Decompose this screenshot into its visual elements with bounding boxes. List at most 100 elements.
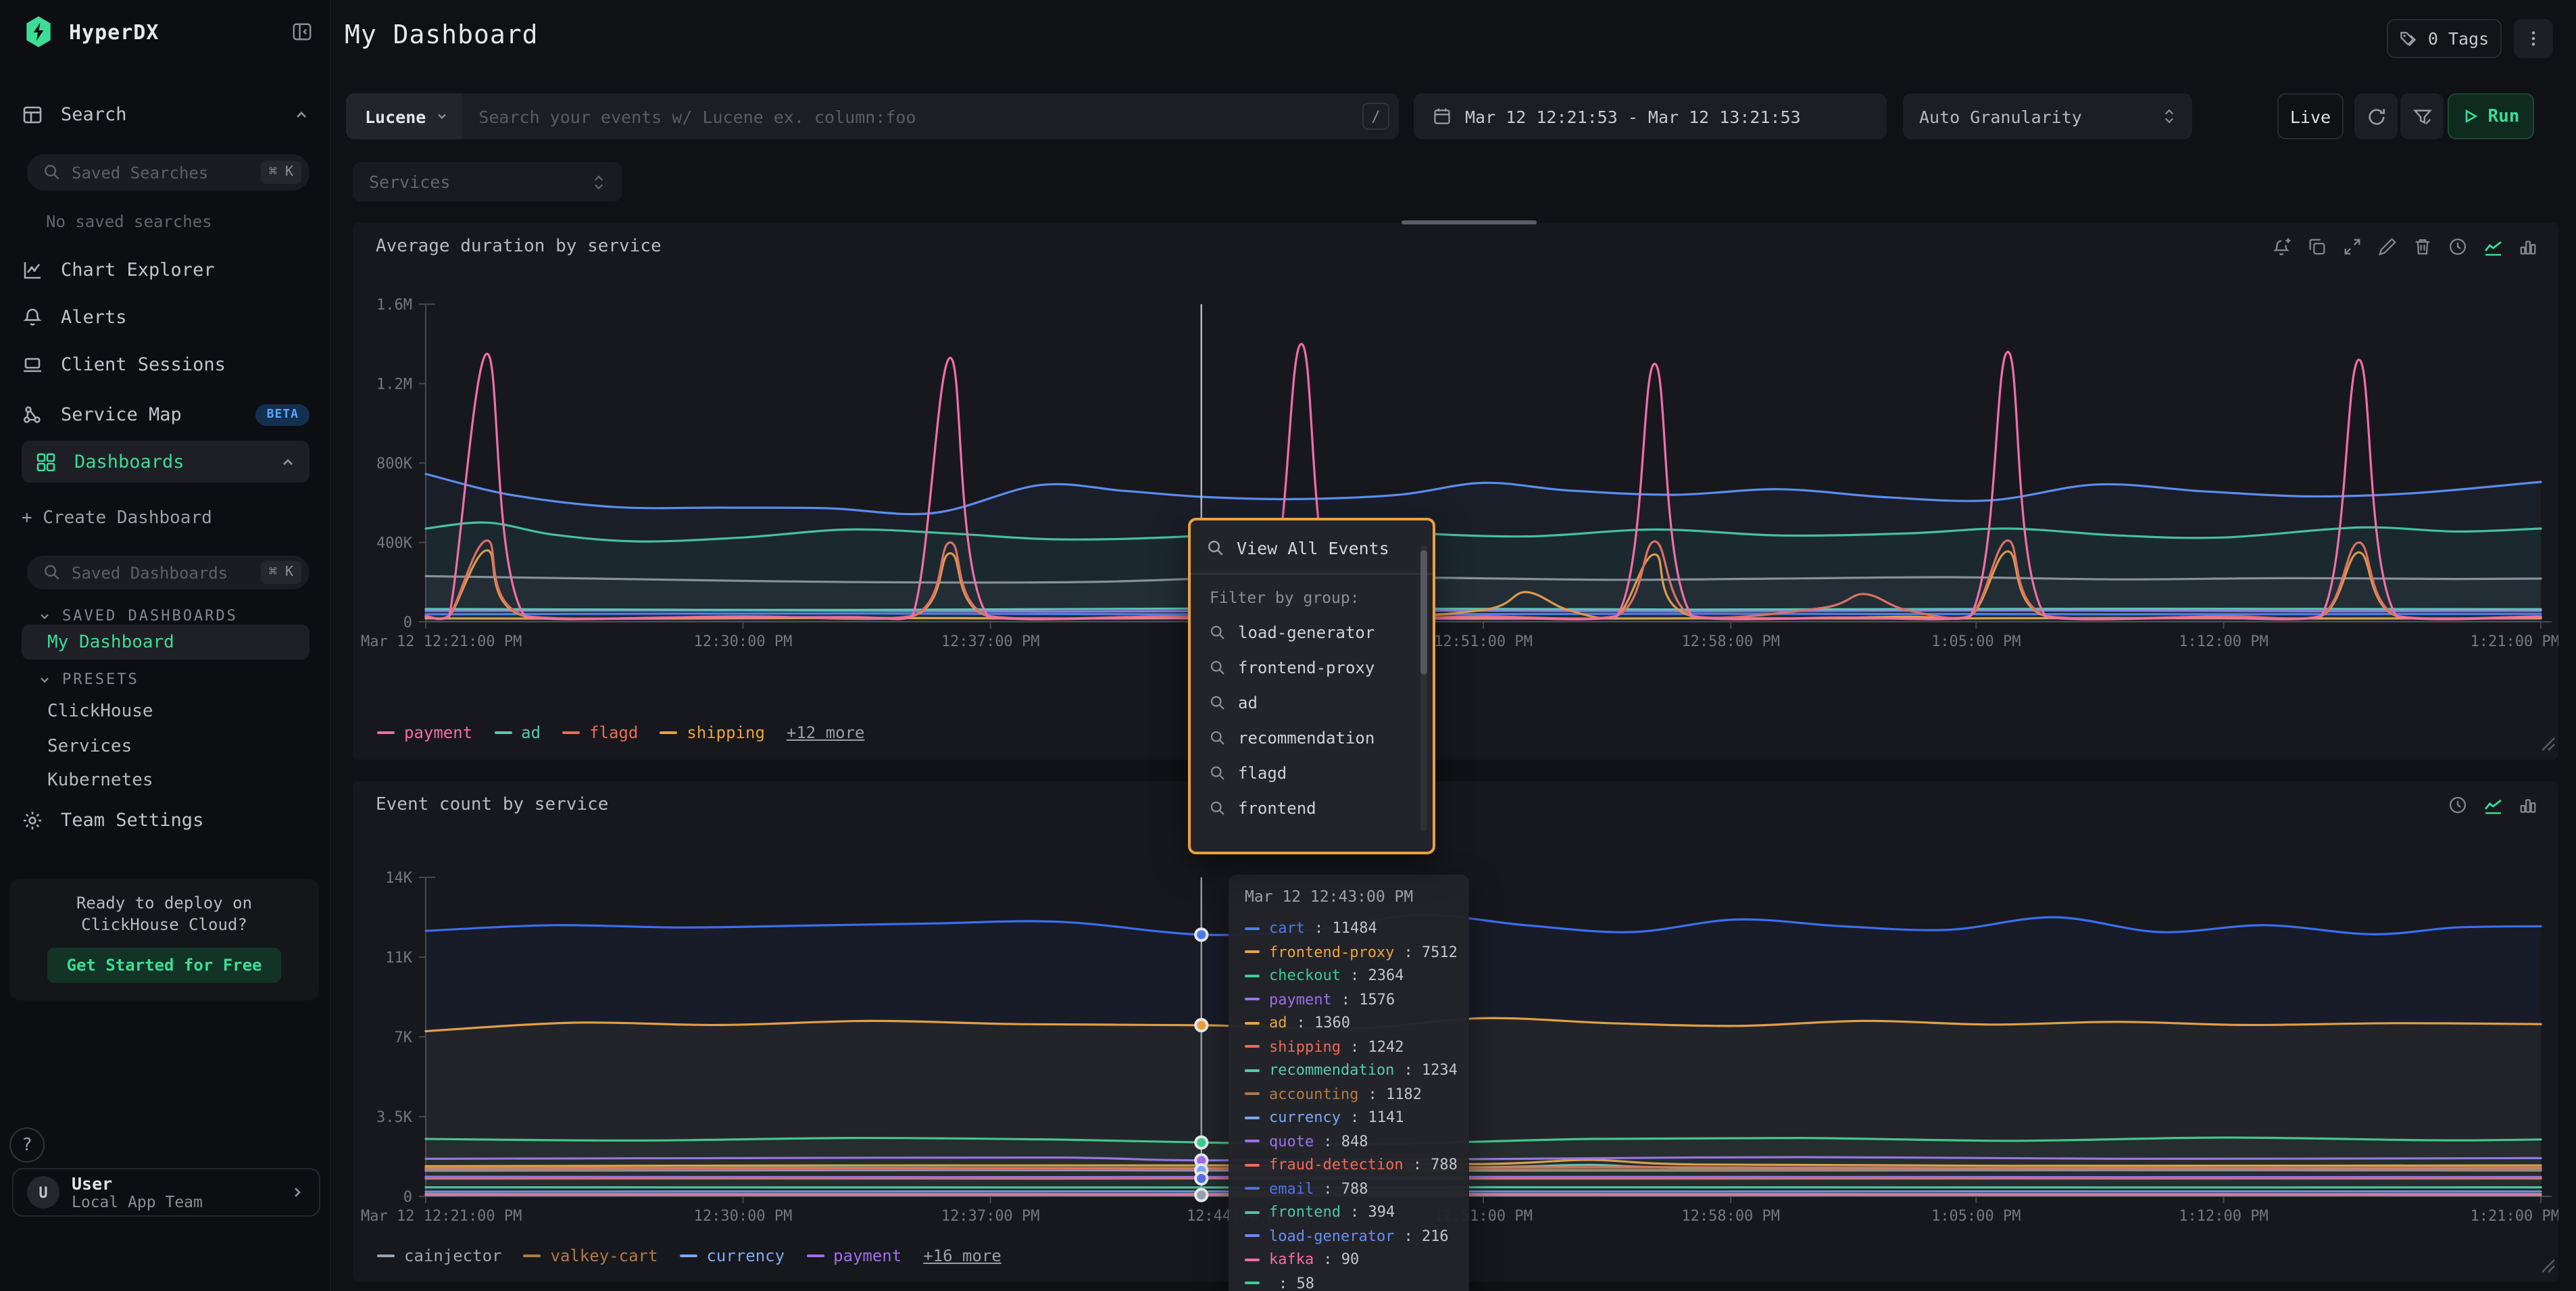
popup-filter-item-recommendation[interactable]: recommendation <box>1191 721 1433 756</box>
event-count-chart-canvas[interactable]: 14K11K7K3.5K0Mar 12 12:21:00 PM12:30:00 … <box>353 781 2558 1238</box>
svg-text:12:58:00 PM: 12:58:00 PM <box>1681 633 1780 650</box>
page-title: My Dashboard <box>345 20 539 50</box>
svg-text:12:58:00 PM: 12:58:00 PM <box>1681 1208 1780 1225</box>
sidebar-item-label: Dashboards <box>74 451 184 472</box>
calendar-icon <box>1433 107 1452 126</box>
legend-more-link[interactable]: +16 more <box>923 1246 1001 1265</box>
time-range-picker[interactable]: Mar 12 12:21:53 - Mar 12 13:21:53 <box>1414 93 1887 139</box>
sidebar-item-create-dashboard[interactable]: + Create Dashboard <box>22 502 309 534</box>
svg-text:1:05:00 PM: 1:05:00 PM <box>1931 1208 2021 1225</box>
kebab-icon <box>2525 30 2542 47</box>
popup-filter-item-load-generator[interactable]: load-generator <box>1191 615 1433 650</box>
get-started-button[interactable]: Get Started for Free <box>47 948 281 983</box>
granularity-select[interactable]: Auto Granularity <box>1903 93 2192 139</box>
popup-scrollbar-thumb[interactable] <box>1420 550 1427 675</box>
sidebar-item-my-dashboard[interactable]: My Dashboard <box>22 625 309 660</box>
legend-item-payment[interactable]: payment <box>806 1246 901 1265</box>
chart-context-popup: View All Events Filter by group: load-ge… <box>1188 518 1435 854</box>
svg-text:12:51:00 PM: 12:51:00 PM <box>1434 633 1533 650</box>
sidebar-item-dashboards[interactable]: Dashboards <box>22 441 309 483</box>
saved-searches-input[interactable]: ⌘ K <box>27 154 309 191</box>
sidebar-item-label: + Create Dashboard <box>22 508 212 528</box>
sidebar-item-service-map[interactable]: Service Map BETA <box>22 399 309 431</box>
legend-item-valkey-cart[interactable]: valkey-cart <box>524 1246 658 1265</box>
popup-filter-item-flagd[interactable]: flagd <box>1191 756 1433 791</box>
sidebar-item-search[interactable]: Search <box>22 99 309 131</box>
popup-item-list: load-generator frontend-proxy ad recommenda… <box>1191 615 1433 826</box>
saved-dashboards-input[interactable]: ⌘ K <box>27 556 309 589</box>
svg-text:3.5K: 3.5K <box>376 1109 413 1126</box>
sidebar-item-preset-kubernetes[interactable]: Kubernetes <box>22 762 309 798</box>
chevron-down-icon <box>38 609 51 623</box>
no-saved-searches-note: No saved searches <box>46 212 212 231</box>
dashboard-menu-button[interactable] <box>2514 19 2553 58</box>
refresh-button[interactable] <box>2354 93 2398 139</box>
legend-item-currency[interactable]: currency <box>679 1246 785 1265</box>
duration-chart-canvas[interactable]: 1.6M1.2M800K400K0Mar 12 12:21:00 PM12:30… <box>353 223 2558 716</box>
legend-item-ad[interactable]: ad <box>494 723 541 742</box>
tags-label: 0 Tags <box>2428 28 2489 49</box>
legend-item-cainjector[interactable]: cainjector <box>377 1246 502 1265</box>
dashboards-grid-icon <box>35 451 57 472</box>
svg-text:12:30:00 PM: 12:30:00 PM <box>694 633 793 650</box>
section-label: SAVED DASHBOARDS <box>62 607 238 625</box>
sidebar-item-preset-clickhouse[interactable]: ClickHouse <box>22 693 309 729</box>
section-presets[interactable]: PRESETS <box>38 671 139 688</box>
popup-filter-item-frontend[interactable]: frontend <box>1191 791 1433 826</box>
help-button[interactable]: ? <box>9 1127 45 1163</box>
chart-legend: payment ad flagd shipping +12 more <box>377 723 865 742</box>
popup-item-label: ad <box>1238 693 1258 712</box>
live-button[interactable]: Live <box>2277 93 2344 139</box>
tags-button[interactable]: 0 Tags <box>2387 19 2502 58</box>
sidebar-item-chart-explorer[interactable]: Chart Explorer <box>22 254 309 287</box>
legend-item-flagd[interactable]: flagd <box>562 723 638 742</box>
sidebar-item-alerts[interactable]: Alerts <box>22 301 309 334</box>
filter-by-group-label: Filter by group: <box>1191 583 1433 615</box>
sidebar-item-team-settings[interactable]: Team Settings <box>22 804 309 837</box>
question-mark-icon: ? <box>22 1135 32 1155</box>
event-search-input[interactable] <box>462 106 1362 126</box>
search-icon <box>43 164 61 181</box>
popup-item-label: frontend-proxy <box>1238 658 1374 677</box>
panel-resize-handle[interactable] <box>2541 1253 2556 1279</box>
svg-text:12:37:00 PM: 12:37:00 PM <box>941 633 1040 650</box>
saved-searches-field[interactable] <box>72 163 250 182</box>
hyperdx-logo-icon <box>22 15 55 49</box>
filter-button[interactable] <box>2400 93 2444 139</box>
legend-item-payment[interactable]: payment <box>377 723 472 742</box>
section-saved-dashboards[interactable]: SAVED DASHBOARDS <box>38 607 238 625</box>
shortcut-badge: ⌘ K <box>261 161 301 184</box>
panel-resize-handle[interactable] <box>2541 731 2556 757</box>
legend-label: ad <box>521 723 541 742</box>
chart-explorer-icon <box>22 260 43 281</box>
chevron-up-icon[interactable] <box>293 107 309 123</box>
search-icon <box>43 564 61 581</box>
sidebar-collapse-icon[interactable] <box>292 22 312 42</box>
legend-more-link[interactable]: +12 more <box>787 723 865 742</box>
slash-shortcut-badge: / <box>1362 103 1389 130</box>
run-button[interactable]: Run <box>2448 93 2534 139</box>
legend-label: cainjector <box>404 1246 502 1265</box>
legend-label: payment <box>404 723 472 742</box>
user-menu[interactable]: U User Local App Team <box>12 1168 320 1217</box>
sidebar-item-preset-services[interactable]: Services <box>22 729 309 764</box>
services-filter-select[interactable]: Services <box>353 162 622 201</box>
services-placeholder: Services <box>369 172 592 192</box>
sidebar-item-client-sessions[interactable]: Client Sessions <box>22 349 309 381</box>
popup-filter-item-ad[interactable]: ad <box>1191 685 1433 721</box>
query-language-select[interactable]: Lucene <box>346 93 462 139</box>
avatar: U <box>27 1176 59 1209</box>
legend-item-shipping[interactable]: shipping <box>660 723 765 742</box>
saved-dashboards-field[interactable] <box>72 563 250 582</box>
svg-text:1.6M: 1.6M <box>376 297 412 314</box>
chevron-right-icon <box>289 1184 305 1200</box>
svg-text:0: 0 <box>403 1189 412 1206</box>
legend-dash <box>806 1255 824 1258</box>
svg-text:12:51:00 PM: 12:51:00 PM <box>1434 1208 1533 1225</box>
tags-icon <box>2400 29 2419 48</box>
svg-text:1:21:00 PM: 1:21:00 PM <box>2471 633 2558 650</box>
chevron-up-icon[interactable] <box>280 454 296 470</box>
panel-drag-handle[interactable] <box>1402 220 1537 224</box>
popup-filter-item-frontend-proxy[interactable]: frontend-proxy <box>1191 650 1433 685</box>
view-all-events-item[interactable]: View All Events <box>1191 529 1433 568</box>
